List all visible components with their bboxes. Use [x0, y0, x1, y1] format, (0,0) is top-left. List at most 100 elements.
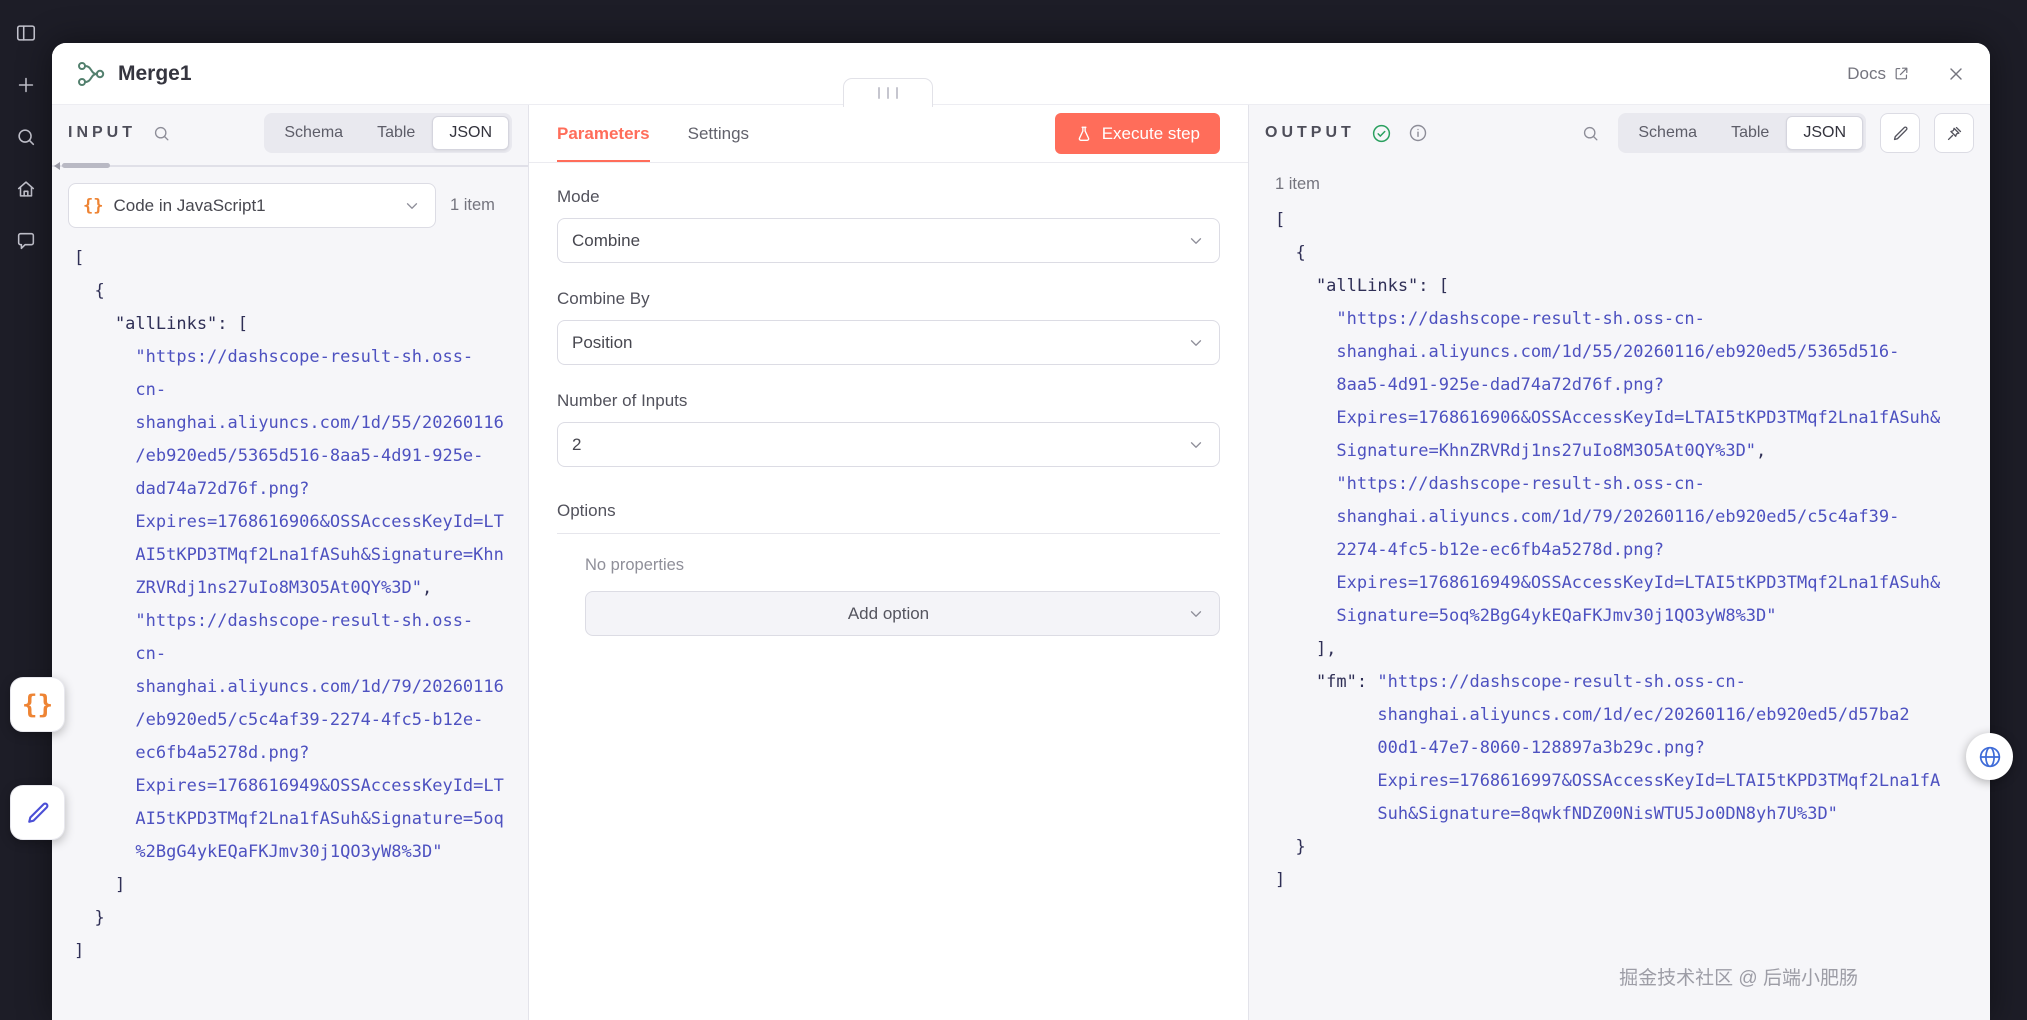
json-line: 00d1-47e7-8060-128897a3b29c.png?	[1275, 732, 1990, 765]
combine-by-select[interactable]: Position	[557, 320, 1220, 365]
input-view-tabs: Schema Table JSON	[264, 113, 512, 153]
input-item-count: 1 item	[450, 196, 495, 215]
close-button[interactable]	[1946, 64, 1966, 84]
json-line: dad74a72d76f.png?	[74, 473, 528, 506]
json-line: ]	[74, 869, 528, 902]
json-line: shanghai.aliyuncs.com/1d/55/20260116	[74, 407, 528, 440]
code-float-button[interactable]: {}	[10, 677, 65, 732]
json-line: cn-	[74, 638, 528, 671]
output-tab-table[interactable]: Table	[1714, 116, 1786, 150]
pencil-icon	[1891, 124, 1910, 143]
json-line: Signature=5oq%2BgG4ykEQaFKJmv30j1QO3yW8%…	[1275, 600, 1990, 633]
sidebar-toggle-icon[interactable]	[15, 22, 37, 44]
json-line: }	[1275, 831, 1990, 864]
input-label: INPUT	[68, 124, 136, 142]
node-details-modal: Merge1 Docs INPUT	[52, 43, 1990, 1020]
drag-handle-bar	[887, 87, 889, 99]
info-icon[interactable]	[1408, 123, 1428, 143]
json-line: shanghai.aliyuncs.com/1d/79/20260116/eb9…	[1275, 501, 1990, 534]
translate-globe-button[interactable]	[1966, 733, 2013, 780]
json-line: shanghai.aliyuncs.com/1d/55/20260116/eb9…	[1275, 336, 1990, 369]
number-of-inputs-select[interactable]: 2	[557, 422, 1220, 467]
modal-body: INPUT Schema Table JSON {}	[52, 105, 1990, 1020]
add-option-label: Add option	[600, 604, 1177, 624]
input-source-value: Code in JavaScript1	[113, 196, 393, 216]
home-icon[interactable]	[15, 178, 37, 200]
json-line: ]	[1275, 864, 1990, 897]
input-tab-json[interactable]: JSON	[432, 116, 509, 150]
code-node-icon: {}	[83, 196, 103, 216]
input-search-icon[interactable]	[152, 124, 171, 143]
json-line: "fm": "https://dashscope-result-sh.oss-c…	[1275, 666, 1990, 699]
field-label-number-of-inputs: Number of Inputs	[557, 391, 1220, 411]
pencil-icon	[24, 799, 52, 827]
merge-node-icon	[76, 59, 106, 89]
add-icon[interactable]	[15, 74, 37, 96]
input-source-row: {} Code in JavaScript1 1 item	[52, 171, 528, 228]
json-line: {	[74, 275, 528, 308]
json-line: [	[1275, 204, 1990, 237]
close-icon	[1946, 64, 1966, 84]
json-line: AI5tKPD3TMqf2Lna1fASuh&Signature=5oq	[74, 803, 528, 836]
pin-data-button[interactable]	[1934, 113, 1974, 153]
flask-icon	[1075, 125, 1093, 143]
tab-settings[interactable]: Settings	[688, 105, 749, 162]
field-label-combine-by: Combine By	[557, 289, 1220, 309]
parameters-panel: Parameters Settings Execute step Mode Co…	[529, 105, 1248, 1020]
app-sidebar	[0, 0, 52, 1020]
output-tab-json[interactable]: JSON	[1786, 116, 1863, 150]
success-check-icon	[1371, 123, 1392, 144]
edit-output-button[interactable]	[1880, 113, 1920, 153]
external-link-icon	[1893, 65, 1910, 82]
tab-parameters[interactable]: Parameters	[557, 105, 650, 162]
scroll-left-arrow-icon	[54, 162, 60, 170]
chevron-down-icon	[1187, 436, 1205, 454]
input-panel: INPUT Schema Table JSON {}	[52, 105, 529, 1020]
json-line: "https://dashscope-result-sh.oss-cn-	[1275, 303, 1990, 336]
json-line: AI5tKPD3TMqf2Lna1fASuh&Signature=Khn	[74, 539, 528, 572]
json-line: [	[74, 242, 528, 275]
json-line: shanghai.aliyuncs.com/1d/ec/20260116/eb9…	[1275, 699, 1990, 732]
number-of-inputs-value: 2	[572, 435, 1177, 455]
json-line: }	[74, 902, 528, 935]
output-view-tabs: Schema Table JSON	[1618, 113, 1866, 153]
scrollbar-thumb[interactable]	[62, 163, 110, 168]
pin-icon	[1945, 124, 1964, 143]
input-source-select[interactable]: {} Code in JavaScript1	[68, 183, 436, 228]
add-option-select[interactable]: Add option	[585, 591, 1220, 636]
node-title: Merge1	[118, 62, 192, 86]
chat-icon[interactable]	[15, 230, 37, 252]
input-tab-schema[interactable]: Schema	[267, 116, 360, 150]
annotate-float-button[interactable]	[10, 785, 65, 840]
json-line: cn-	[74, 374, 528, 407]
drag-handle-bar	[896, 87, 898, 99]
options-empty-text: No properties	[585, 556, 1220, 575]
json-line: /eb920ed5/5365d516-8aa5-4d91-925e-	[74, 440, 528, 473]
docs-link[interactable]: Docs	[1847, 64, 1910, 84]
chevron-down-icon	[1187, 232, 1205, 250]
globe-icon	[1977, 744, 2003, 770]
output-panel-header: OUTPUT Schema Table JSON	[1249, 105, 1990, 161]
search-icon[interactable]	[15, 126, 37, 148]
json-line: %2BgG4ykEQaFKJmv30j1QO3yW8%3D"	[74, 836, 528, 869]
curly-braces-icon: {}	[22, 690, 53, 720]
json-line: "https://dashscope-result-sh.oss-cn-	[1275, 468, 1990, 501]
json-line: Expires=1768616906&OSSAccessKeyId=LTAI5t…	[1275, 402, 1990, 435]
json-line: shanghai.aliyuncs.com/1d/79/20260116	[74, 671, 528, 704]
input-tab-table[interactable]: Table	[360, 116, 432, 150]
json-line: Expires=1768616997&OSSAccessKeyId=LTAI5t…	[1275, 765, 1990, 798]
panel-drag-handle[interactable]	[843, 78, 933, 107]
json-line: "https://dashscope-result-sh.oss-	[74, 605, 528, 638]
output-search-icon[interactable]	[1581, 124, 1600, 143]
combine-by-value: Position	[572, 333, 1177, 353]
parameters-form: Mode Combine Combine By Position Number …	[529, 163, 1248, 636]
chevron-down-icon	[1187, 605, 1205, 623]
execute-step-label: Execute step	[1102, 124, 1200, 144]
modal-header: Merge1 Docs	[52, 43, 1990, 105]
json-line: {	[1275, 237, 1990, 270]
mode-select[interactable]: Combine	[557, 218, 1220, 263]
json-line: Signature=KhnZRVRdj1ns27uIo8M3O5At0QY%3D…	[1275, 435, 1990, 468]
input-horizontal-scrollbar[interactable]	[52, 161, 528, 171]
output-tab-schema[interactable]: Schema	[1621, 116, 1714, 150]
execute-step-button[interactable]: Execute step	[1055, 113, 1220, 154]
